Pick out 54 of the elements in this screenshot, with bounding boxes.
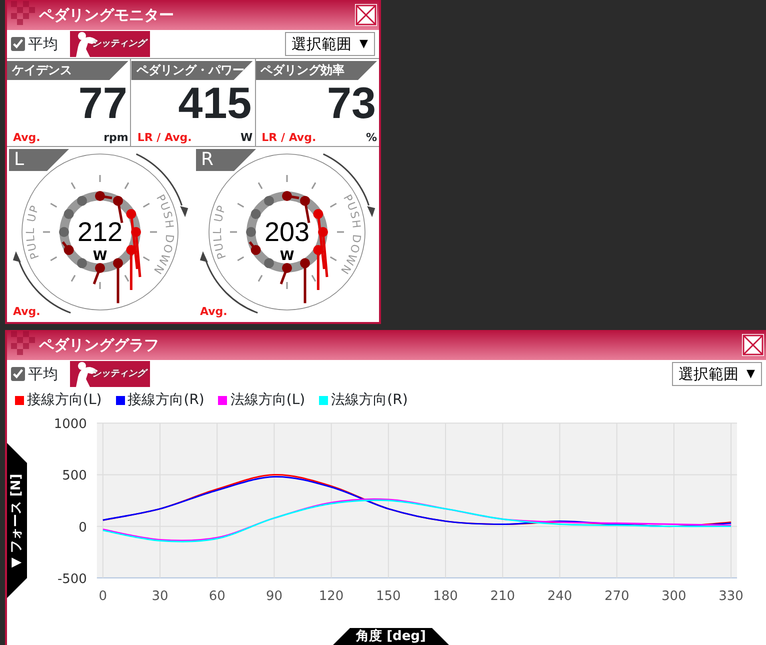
y-tick-label: -500 <box>57 572 87 587</box>
legend-label: 法線方向(R) <box>331 391 408 410</box>
scope-label: Avg. <box>13 304 40 320</box>
x-tick-label: 270 <box>604 588 630 604</box>
metric-value: 73 <box>326 82 377 126</box>
panel-title: ペダリングモニター <box>39 4 174 26</box>
power-value: 212 <box>77 217 123 247</box>
metric-header: ペダリング・パワー <box>131 61 253 80</box>
badge-text: シッティング <box>92 368 146 381</box>
unit-label: % <box>366 130 377 146</box>
x-tick-label: 240 <box>547 588 572 604</box>
metric-value: 415 <box>177 82 253 126</box>
x-tick-label: 30 <box>152 588 168 604</box>
y-axis-title: ▼ フォース [N] <box>8 474 26 568</box>
x-tick-label: 60 <box>208 588 226 604</box>
power-value: 203 <box>264 217 310 247</box>
y-tick-label: 0 <box>78 520 87 536</box>
unit-label: rpm <box>104 130 128 146</box>
x-tick-label: 120 <box>318 588 344 604</box>
range-select[interactable]: 選択範囲 ▼ <box>672 362 762 386</box>
y-tick-label: 1000 <box>54 417 87 432</box>
metric-header: ケイデンス <box>7 61 128 80</box>
power-unit: W <box>92 249 108 264</box>
scope-label: Avg. <box>200 304 228 320</box>
x-tick-label: 210 <box>490 588 515 604</box>
scope-label: LR / Avg. <box>262 130 316 146</box>
x-axis-title: 角度 [deg] <box>332 628 450 645</box>
x-tick-label: 300 <box>662 588 686 604</box>
x-tick-label: 180 <box>433 588 458 604</box>
badge-text: シッティング <box>92 38 146 51</box>
x-tick-label: 330 <box>718 588 744 604</box>
panel-title: ペダリンググラフ <box>39 334 159 356</box>
close-button[interactable] <box>355 4 377 26</box>
y-tick-label: 500 <box>62 468 87 484</box>
x-tick-label: 90 <box>266 588 282 604</box>
close-button[interactable] <box>742 334 764 356</box>
power-unit: W <box>280 249 294 264</box>
sitting-mode-badge[interactable]: シッティング <box>70 31 150 57</box>
average-checkbox[interactable] <box>11 37 25 51</box>
metric-value: 77 <box>77 82 128 126</box>
average-checkbox[interactable] <box>11 367 25 381</box>
x-tick-label: 0 <box>98 588 108 604</box>
checkbox-label: 平均 <box>28 34 58 55</box>
legend-label: 接線方向(R) <box>128 391 204 410</box>
sitting-mode-badge[interactable]: シッティング <box>70 361 150 387</box>
scope-label: Avg. <box>13 130 40 146</box>
unit-label: W <box>240 130 253 146</box>
legend-label: 接線方向(L) <box>27 391 102 410</box>
x-tick-label: 150 <box>376 588 401 604</box>
checkbox-label: 平均 <box>28 364 58 385</box>
scope-label: LR / Avg. <box>137 130 192 146</box>
legend-label: 法線方向(L) <box>230 391 306 410</box>
metric-header: ペダリング効率 <box>256 61 377 80</box>
range-select[interactable]: 選択範囲 ▼ <box>284 32 375 56</box>
